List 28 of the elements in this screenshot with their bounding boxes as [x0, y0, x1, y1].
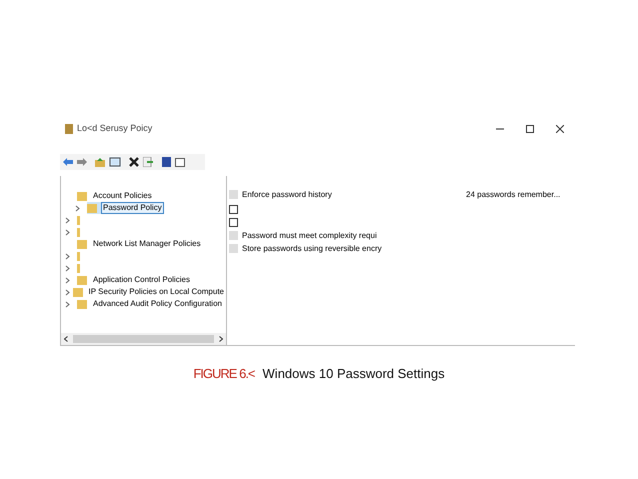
- horizontal-scrollbar[interactable]: [61, 333, 226, 345]
- figure-number: FIGURE 6.<: [193, 365, 255, 383]
- scroll-right-icon[interactable]: [219, 336, 223, 342]
- tree-item[interactable]: Password Policy: [101, 202, 164, 214]
- folder-up-icon[interactable]: [95, 158, 105, 166]
- tree-item[interactable]: Advanced Audit Policy Configuration: [91, 298, 224, 310]
- policy-name[interactable]: Store passwords using reversible encry: [242, 242, 466, 254]
- tree-item[interactable]: Application Control Policies: [91, 274, 192, 286]
- checkbox[interactable]: [229, 218, 238, 227]
- close-icon: [556, 125, 564, 133]
- policy-icon: [229, 190, 238, 199]
- policy-name[interactable]: Password must meet complexity requi: [242, 230, 466, 242]
- figure-caption: Windows 10 Password Settings: [262, 365, 445, 383]
- scroll-left-icon[interactable]: [64, 336, 68, 342]
- window-title: Lo<d Serusy Poicy: [77, 122, 152, 136]
- export-icon[interactable]: [143, 157, 153, 167]
- delete-icon[interactable]: [129, 157, 139, 167]
- maximize-icon: [526, 125, 534, 133]
- tree-item[interactable]: Account Policies: [91, 190, 154, 202]
- console-tree-icon[interactable]: [109, 157, 121, 167]
- tree-item[interactable]: Network List Manager Policies: [91, 238, 203, 250]
- policy-name[interactable]: Enforce password history: [242, 188, 466, 200]
- checkbox[interactable]: [229, 205, 238, 214]
- tree-item[interactable]: IP Security Policies on Local Compute: [86, 286, 226, 298]
- app-icon: [65, 124, 73, 134]
- forward-icon[interactable]: [77, 158, 87, 166]
- policy-setting: 24 passwords remember...: [466, 188, 560, 200]
- back-icon[interactable]: [63, 158, 73, 166]
